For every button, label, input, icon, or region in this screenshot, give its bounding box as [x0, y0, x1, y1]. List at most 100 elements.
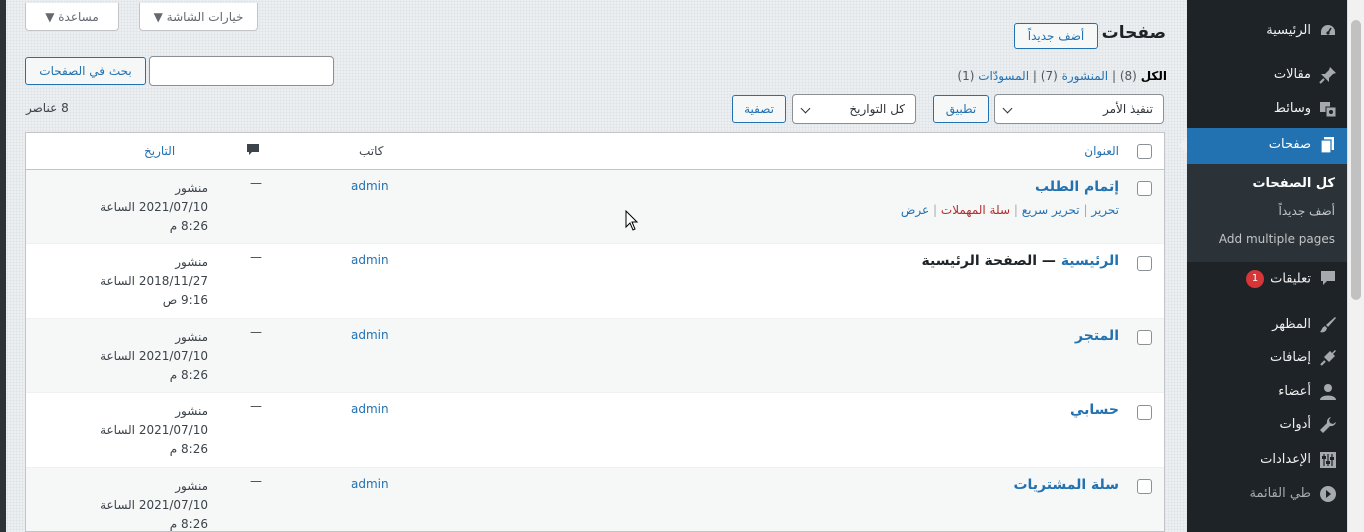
row-title-link[interactable]: المتجر	[1075, 328, 1119, 344]
search-input[interactable]	[149, 56, 334, 86]
search-pages-button[interactable]: بحث في الصفحات	[25, 57, 146, 85]
publish-time: 8:26 م	[169, 442, 208, 456]
view-published-link[interactable]: المنشورة	[1062, 69, 1109, 83]
menu-users[interactable]: أعضاء	[1187, 375, 1347, 409]
menu-appearance[interactable]: المظهر	[1187, 308, 1347, 342]
date-cell: منشور 2021/07/10 الساعة 8:26 م	[58, 402, 208, 459]
apply-button[interactable]: تطبيق	[933, 95, 989, 123]
menu-pages[interactable]: صفحات	[1179, 128, 1347, 164]
quick-edit-link[interactable]: تحرير سريع	[1022, 203, 1080, 217]
collapse-menu-button[interactable]: طي القائمة	[1187, 477, 1347, 511]
view-link[interactable]: عرض	[901, 203, 929, 217]
filter-button[interactable]: تصفية	[732, 95, 786, 123]
row-checkbox[interactable]	[1137, 181, 1152, 196]
action-separator: |	[1013, 203, 1018, 217]
status-filter-links: الكل (8) | المنشورة (7) | المسودّات (1)	[957, 69, 1167, 83]
row-checkbox[interactable]	[1137, 256, 1152, 271]
row-checkbox[interactable]	[1137, 330, 1152, 345]
row-title-link[interactable]: حسابي	[1070, 402, 1119, 418]
column-title-header[interactable]: العنوان	[1084, 144, 1119, 158]
table-row[interactable]: الرئيسية — الصفحة الرئيسية admin — منشور…	[26, 244, 1164, 319]
pages-table: العنوان كاتب التاريخ إتمام الطلب تحرير |…	[25, 132, 1165, 532]
help-tab[interactable]: مساعدة ▼	[25, 3, 119, 31]
menu-label: تعليقات1	[1246, 270, 1311, 288]
row-title-link[interactable]: إتمام الطلب	[1035, 179, 1119, 195]
scrollbar-thumb[interactable]	[1351, 20, 1361, 300]
page-title: صفحات	[1101, 23, 1166, 43]
author-link[interactable]: admin	[351, 402, 389, 416]
comment-bubble-icon[interactable]	[246, 143, 260, 160]
menu-dashboard[interactable]: الرئيسية	[1187, 14, 1347, 48]
publish-status: منشور	[175, 479, 208, 493]
publish-time: 8:26 م	[169, 517, 208, 531]
date-cell: منشور 2018/11/27 الساعة 9:16 ص	[58, 253, 208, 310]
mouse-cursor-icon	[625, 209, 639, 235]
publish-status: منشور	[175, 330, 208, 344]
menu-label: إضافات	[1269, 350, 1311, 365]
select-all-checkbox[interactable]	[1137, 144, 1152, 159]
page-state-label: — الصفحة الرئيسية	[921, 253, 1061, 269]
publish-time: 8:26 م	[169, 368, 208, 382]
comment-icon	[1319, 269, 1337, 287]
date-cell: منشور 2021/07/10 الساعة 8:26 م	[58, 477, 208, 531]
view-drafts-link[interactable]: المسودّات	[978, 69, 1029, 83]
author-link[interactable]: admin	[351, 253, 389, 267]
author-link[interactable]: admin	[351, 179, 389, 193]
menu-label: الرئيسية	[1266, 23, 1311, 38]
view-separator: |	[1111, 69, 1117, 83]
column-date-header[interactable]: التاريخ	[144, 144, 175, 158]
row-checkbox[interactable]	[1137, 479, 1152, 494]
row-title-link[interactable]: سلة المشتريات	[1013, 477, 1119, 493]
table-header: العنوان كاتب التاريخ	[26, 133, 1164, 170]
add-new-page-button[interactable]: أضف جديداً	[1014, 23, 1098, 49]
trash-link[interactable]: سلة المهملات	[941, 203, 1010, 217]
bulk-action-select[interactable]: تنفيذ الأمر	[994, 94, 1164, 124]
bulk-action-value: تنفيذ الأمر	[1103, 102, 1153, 116]
menu-plugins[interactable]: إضافات	[1187, 341, 1347, 375]
menu-media[interactable]: وسائط	[1187, 92, 1347, 126]
settings-icon	[1319, 451, 1337, 469]
collapse-arrow-icon	[1319, 485, 1337, 503]
submenu-all-pages[interactable]: كل الصفحات	[1252, 176, 1335, 191]
view-all-link[interactable]: الكل	[1141, 69, 1167, 83]
edit-link[interactable]: تحرير	[1091, 203, 1119, 217]
media-icon	[1319, 100, 1337, 118]
publish-status: منشور	[175, 255, 208, 269]
author-link[interactable]: admin	[351, 477, 389, 491]
view-published-count: (7)	[1040, 69, 1058, 83]
view-separator: |	[1032, 69, 1037, 83]
scrollbar[interactable]	[1347, 0, 1364, 532]
submenu-add-new[interactable]: أضف جديداً	[1279, 204, 1335, 218]
menu-posts[interactable]: مقالات	[1187, 58, 1347, 92]
row-actions: تحرير | تحرير سريع | سلة المهملات | عرض	[901, 203, 1119, 217]
row-checkbox[interactable]	[1137, 405, 1152, 420]
comments-count-badge: 1	[1246, 270, 1265, 288]
publish-date: 2021/07/10 الساعة	[100, 498, 208, 512]
admin-menu: الرئيسية مقالات وسائط صفحات كل الصفحات أ…	[1179, 0, 1347, 532]
publish-date: 2021/07/10 الساعة	[100, 349, 208, 363]
menu-label: أدوات	[1279, 417, 1311, 432]
table-row[interactable]: إتمام الطلب تحرير | تحرير سريع | سلة الم…	[26, 170, 1164, 244]
menu-settings[interactable]: الإعدادات	[1187, 443, 1347, 477]
table-row[interactable]: المتجر admin — منشور 2021/07/10 الساعة 8…	[26, 319, 1164, 393]
menu-tools[interactable]: أدوات	[1187, 408, 1347, 442]
menu-comments[interactable]: تعليقات1	[1187, 261, 1347, 295]
table-row[interactable]: سلة المشتريات admin — منشور 2021/07/10 ا…	[26, 468, 1164, 531]
date-filter-select[interactable]: كل التواريخ	[792, 94, 916, 124]
menu-label: الإعدادات	[1260, 452, 1311, 467]
menu-label: وسائط	[1273, 101, 1311, 116]
items-count: 8 عناصر	[26, 101, 69, 115]
row-title-link[interactable]: الرئيسية — الصفحة الرئيسية	[921, 253, 1119, 269]
publish-status: منشور	[175, 404, 208, 418]
menu-label: طي القائمة	[1249, 486, 1311, 501]
wrench-icon	[1319, 416, 1337, 434]
author-link[interactable]: admin	[351, 328, 389, 342]
submenu-add-multiple[interactable]: Add multiple pages	[1219, 232, 1335, 246]
date-cell: منشور 2021/07/10 الساعة 8:26 م	[58, 328, 208, 385]
publish-date: 2021/07/10 الساعة	[100, 423, 208, 437]
table-row[interactable]: حسابي admin — منشور 2021/07/10 الساعة 8:…	[26, 393, 1164, 468]
screen-options-tab[interactable]: خيارات الشاشة ▼	[139, 3, 258, 31]
plug-icon	[1319, 349, 1337, 367]
pages-icon	[1319, 136, 1337, 154]
comment-count: —	[250, 250, 262, 264]
